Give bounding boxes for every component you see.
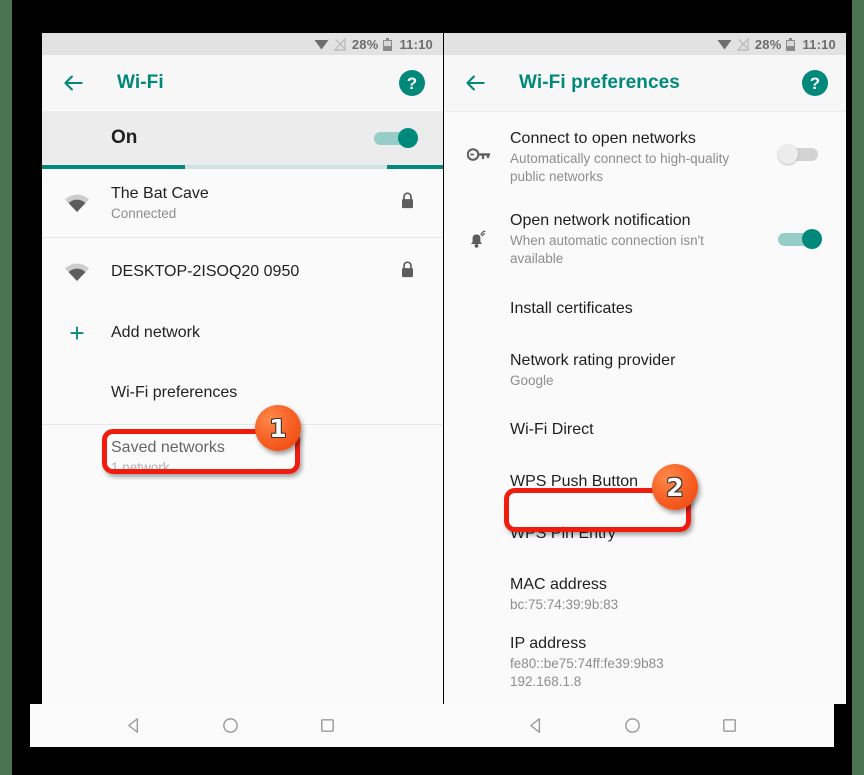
status-bar-left: 28% 11:10 bbox=[42, 33, 443, 55]
ip-address-value: fe80::be75:74ff:fe39:9b83 192.168.1.8 bbox=[510, 656, 664, 689]
ip-address-row[interactable]: IP address fe80::be75:74ff:fe39:9b83 192… bbox=[444, 628, 846, 696]
appbar-left: Wi-Fi ? bbox=[42, 55, 443, 111]
pref-title: Open network notification bbox=[510, 212, 691, 229]
pref-title: Install certificates bbox=[510, 299, 633, 317]
status-bar-right: 28% 11:10 bbox=[444, 33, 846, 55]
nav-back-triangle-icon[interactable] bbox=[125, 716, 144, 735]
saved-networks-label: Saved networks bbox=[111, 438, 225, 456]
battery-icon bbox=[786, 37, 796, 51]
open-network-notification-row[interactable]: Open network notification When automatic… bbox=[444, 197, 846, 281]
network-name: The Bat Cave bbox=[111, 184, 209, 202]
connect-open-networks-switch[interactable] bbox=[778, 144, 822, 164]
network-name: DESKTOP-2ISOQ20 0950 bbox=[111, 262, 300, 280]
page-title: Wi-Fi bbox=[117, 72, 164, 93]
nav-group-right bbox=[432, 704, 834, 747]
pref-subtitle: Google bbox=[510, 373, 554, 388]
back-arrow-icon[interactable] bbox=[462, 70, 488, 96]
nav-home-circle-icon[interactable] bbox=[623, 716, 642, 735]
network-list: The Bat Cave Connected DESKTOP-2ISOQ20 0… bbox=[42, 169, 443, 489]
nav-back-triangle-icon[interactable] bbox=[527, 716, 546, 735]
pref-title: Connect to open networks bbox=[510, 130, 696, 147]
mac-address-row[interactable]: MAC address bc:75:74:39:9b:83 bbox=[444, 560, 846, 628]
battery-percent-label: 28% bbox=[754, 36, 782, 52]
wifi-signal-icon bbox=[64, 190, 90, 216]
pref-title: IP address bbox=[510, 635, 587, 652]
wifi-icon bbox=[717, 38, 732, 50]
wifi-preferences-row[interactable]: Wi-Fi preferences bbox=[42, 361, 443, 424]
back-arrow-icon[interactable] bbox=[60, 70, 86, 96]
add-network-label: Add network bbox=[111, 324, 200, 341]
wifi-signal-icon bbox=[64, 259, 90, 285]
nav-recents-square-icon[interactable] bbox=[318, 716, 337, 735]
appbar-right: Wi-Fi preferences ? bbox=[444, 55, 846, 111]
battery-icon bbox=[383, 37, 393, 51]
nav-group-left bbox=[30, 704, 432, 747]
wifi-master-switch[interactable] bbox=[374, 128, 418, 148]
pref-title: Network rating provider bbox=[510, 352, 676, 369]
system-navigation-bar bbox=[30, 704, 834, 747]
screenshot-pair: 28% 11:10 Wi-Fi ? On The Bat Cave Connec… bbox=[42, 33, 846, 704]
annotation-badge-1: 1 bbox=[255, 405, 301, 451]
bell-wifi-icon bbox=[466, 226, 492, 252]
battery-percent-label: 28% bbox=[351, 36, 379, 52]
page-title: Wi-Fi preferences bbox=[519, 72, 680, 93]
saved-networks-row[interactable]: Saved networks 1 network bbox=[42, 425, 443, 489]
clock-label: 11:10 bbox=[802, 36, 836, 52]
nav-home-circle-icon[interactable] bbox=[221, 716, 240, 735]
wifi-icon bbox=[314, 38, 329, 50]
network-status: Connected bbox=[111, 205, 177, 221]
open-network-notification-switch[interactable] bbox=[778, 229, 822, 249]
help-icon[interactable]: ? bbox=[802, 70, 828, 96]
pref-title: WPS Pin Entry bbox=[510, 525, 616, 542]
wps-pin-entry-row[interactable]: WPS Pin Entry bbox=[444, 508, 846, 560]
signal-muted-icon bbox=[333, 36, 347, 51]
clock-label: 11:10 bbox=[399, 36, 433, 52]
pref-subtitle: When automatic connection isn't availabl… bbox=[510, 233, 704, 266]
plus-icon: + bbox=[69, 318, 85, 348]
wps-push-button-row[interactable]: WPS Push Button bbox=[444, 456, 846, 508]
list-item[interactable]: The Bat Cave Connected bbox=[42, 169, 443, 237]
image-frame: 28% 11:10 Wi-Fi ? On The Bat Cave Connec… bbox=[12, 0, 852, 775]
annotation-badge-2: 2 bbox=[652, 464, 698, 510]
signal-muted-icon bbox=[736, 36, 750, 51]
pref-title: MAC address bbox=[510, 576, 607, 593]
preferences-list: Connect to open networks Automatically c… bbox=[444, 111, 846, 696]
key-icon bbox=[466, 141, 492, 167]
help-icon[interactable]: ? bbox=[399, 70, 425, 96]
install-certificates-row[interactable]: Install certificates bbox=[444, 281, 846, 336]
nav-recents-square-icon[interactable] bbox=[720, 716, 739, 735]
wifi-master-toggle-row[interactable]: On bbox=[42, 111, 443, 165]
connect-open-networks-row[interactable]: Connect to open networks Automatically c… bbox=[444, 111, 846, 197]
pref-title: WPS Push Button bbox=[510, 473, 639, 490]
wifi-preferences-label: Wi-Fi preferences bbox=[111, 383, 238, 401]
add-network-row[interactable]: + Add network bbox=[42, 305, 443, 361]
lock-icon bbox=[400, 260, 415, 283]
wifi-direct-row[interactable]: Wi-Fi Direct bbox=[444, 404, 846, 456]
saved-networks-count: 1 network bbox=[111, 459, 170, 475]
lock-icon bbox=[400, 192, 415, 215]
pref-title: Wi-Fi Direct bbox=[510, 421, 594, 438]
network-rating-provider-row[interactable]: Network rating provider Google bbox=[444, 336, 846, 404]
pref-subtitle: Automatically connect to high-quality pu… bbox=[510, 151, 730, 184]
left-phone-screenshot: 28% 11:10 Wi-Fi ? On The Bat Cave Connec… bbox=[42, 33, 444, 704]
right-phone-screenshot: 28% 11:10 Wi-Fi preferences ? Connect to… bbox=[444, 33, 846, 704]
wifi-state-label: On bbox=[111, 127, 138, 148]
list-item[interactable]: DESKTOP-2ISOQ20 0950 bbox=[42, 238, 443, 305]
mac-address-value: bc:75:74:39:9b:83 bbox=[510, 597, 619, 612]
